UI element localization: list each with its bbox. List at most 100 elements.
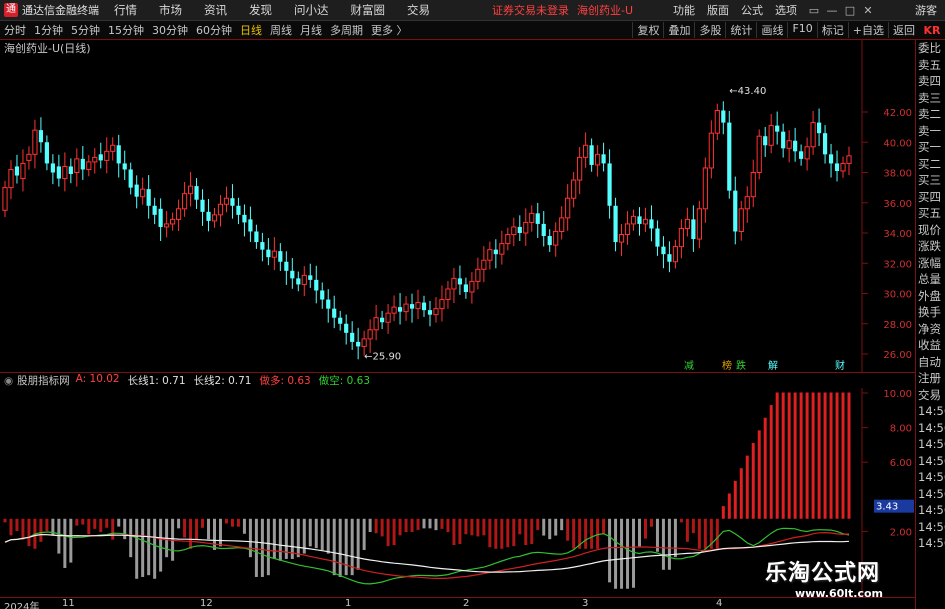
candle [541,211,546,247]
quote-label-19[interactable]: 自动 [916,354,945,371]
quote-label-7[interactable]: 买二 [916,156,945,173]
period-tab-4[interactable]: 30分钟 [148,22,192,38]
candle [457,265,463,295]
right-menu-item-1[interactable]: 版面 [707,2,729,18]
candlestick-chart[interactable]: 海创药业-U(日线) 42.00 40.00 38.00 36.00 34.00 32.0… [0,40,915,372]
menu-item-2[interactable]: 资讯 [204,2,227,18]
quote-label-3[interactable]: 卖三 [916,90,945,107]
period-tab-8[interactable]: 月线 [296,22,326,38]
period-tab-9[interactable]: 多周期 [326,22,367,38]
quote-label-21[interactable]: 交易 [916,387,945,404]
right-menu-item-0[interactable]: 功能 [673,2,695,18]
tool-button-1[interactable]: 叠加 [663,22,694,38]
price-tick-0: 42.00 [883,108,912,119]
tool-button-3[interactable]: 统计 [725,22,756,38]
tool-button-5[interactable]: F10 [787,22,816,38]
candle [380,310,385,330]
candle [523,208,529,246]
quote-label-27[interactable]: 14:56 [916,486,945,503]
candle [469,272,475,304]
period-tab-3[interactable]: 15分钟 [104,22,148,38]
guest-login[interactable]: 游客 [915,2,937,18]
period-tab-5[interactable]: 60分钟 [192,22,236,38]
quote-label-12[interactable]: 涨跌 [916,238,945,255]
quote-label-24[interactable]: 14:56 [916,436,945,453]
quote-label-18[interactable]: 收益 [916,337,945,354]
candle [98,142,103,169]
quote-label-6[interactable]: 买一 [916,139,945,156]
maximize-icon[interactable]: □ [843,4,857,17]
quote-label-28[interactable]: 14:56 [916,502,945,519]
quote-label-1[interactable]: 卖五 [916,57,945,74]
candle [170,212,176,231]
quote-label-4[interactable]: 卖二 [916,106,945,123]
quote-label-10[interactable]: 买五 [916,205,945,222]
candle [409,293,415,323]
quote-label-23[interactable]: 14:56 [916,420,945,437]
tool-button-8[interactable]: 返回 [888,22,919,38]
indicator-header: ◉ 股朋指标网 A: 10.02 长线1: 0.71 长线2: 0.71 做多: 0.… [0,373,915,388]
tool-button-7[interactable]: +自选 [847,22,888,38]
event-tag-4[interactable]: 财 [835,359,845,372]
candle [403,296,409,321]
candle [733,176,738,245]
quote-label-9[interactable]: 买四 [916,189,945,206]
quote-label-25[interactable]: 14:56 [916,453,945,470]
candle [92,148,98,174]
quote-label-11[interactable]: 现价 [916,222,945,239]
quote-label-26[interactable]: 14:56 [916,469,945,486]
quote-label-13[interactable]: 涨幅 [916,255,945,272]
candle [828,143,834,178]
candle [32,119,38,169]
quote-label-2[interactable]: 卖四 [916,73,945,90]
candle [493,239,498,269]
quote-label-20[interactable]: 注册 [916,370,945,387]
quote-label-22[interactable]: 14:56 [916,403,945,420]
period-tab-10[interactable]: 更多 〉 [367,22,412,38]
candle [164,211,170,238]
right-menu-item-2[interactable]: 公式 [741,2,763,18]
candle [607,149,612,219]
quote-label-14[interactable]: 总量 [916,271,945,288]
event-tag-3[interactable]: 解 [768,359,778,372]
quote-label-5[interactable]: 卖一 [916,123,945,140]
indicator-toggle-icon[interactable]: ◉ [4,375,13,387]
quote-label-8[interactable]: 买三 [916,172,945,189]
quote-label-16[interactable]: 换手 [916,304,945,321]
close-icon[interactable]: ✕ [861,4,875,17]
quote-label-30[interactable]: 14:56 [916,535,945,552]
quote-label-29[interactable]: 14:56 [916,519,945,536]
candle [529,205,535,232]
event-tag-0[interactable]: 减 [684,360,694,372]
right-menu-item-3[interactable]: 选项 [775,2,797,18]
candle [296,271,301,292]
period-tab-1[interactable]: 1分钟 [30,22,67,38]
tool-button-0[interactable]: 复权 [632,22,663,38]
quote-label-15[interactable]: 外盘 [916,288,945,305]
tool-button-6[interactable]: 标记 [816,22,848,38]
menu-item-5[interactable]: 财富圈 [351,2,386,18]
period-tab-2[interactable]: 5分钟 [67,22,104,38]
menu-item-6[interactable]: 交易 [407,2,430,18]
indicator-value-0: A: 10.02 [75,373,120,385]
quote-label-17[interactable]: 净资 [916,321,945,338]
minimize-icon[interactable]: — [825,4,839,17]
candle [768,113,774,154]
tool-button-4[interactable]: 画线 [756,22,787,38]
period-tab-6[interactable]: 日线 [236,22,266,38]
kr-badge[interactable]: KR [919,24,945,37]
period-tab-7[interactable]: 周线 [266,22,296,38]
menu-item-4[interactable]: 问小达 [294,2,329,18]
event-tag-2[interactable]: 跌 [736,359,746,372]
quote-label-0[interactable]: 委比 [916,40,945,57]
menu-item-1[interactable]: 市场 [159,2,182,18]
restore-icon[interactable]: ▭ [807,4,821,17]
candle [721,101,726,135]
event-tag-1[interactable]: 榜 [722,359,732,372]
tool-button-2[interactable]: 多股 [694,22,725,38]
period-tab-0[interactable]: 分时 [0,22,30,38]
menu-item-0[interactable]: 行情 [114,2,137,18]
trade-login-notice[interactable]: 证券交易未登录 [492,2,569,18]
menu-item-3[interactable]: 发现 [249,2,272,18]
indicator-name[interactable]: 股朋指标网 [17,373,70,388]
